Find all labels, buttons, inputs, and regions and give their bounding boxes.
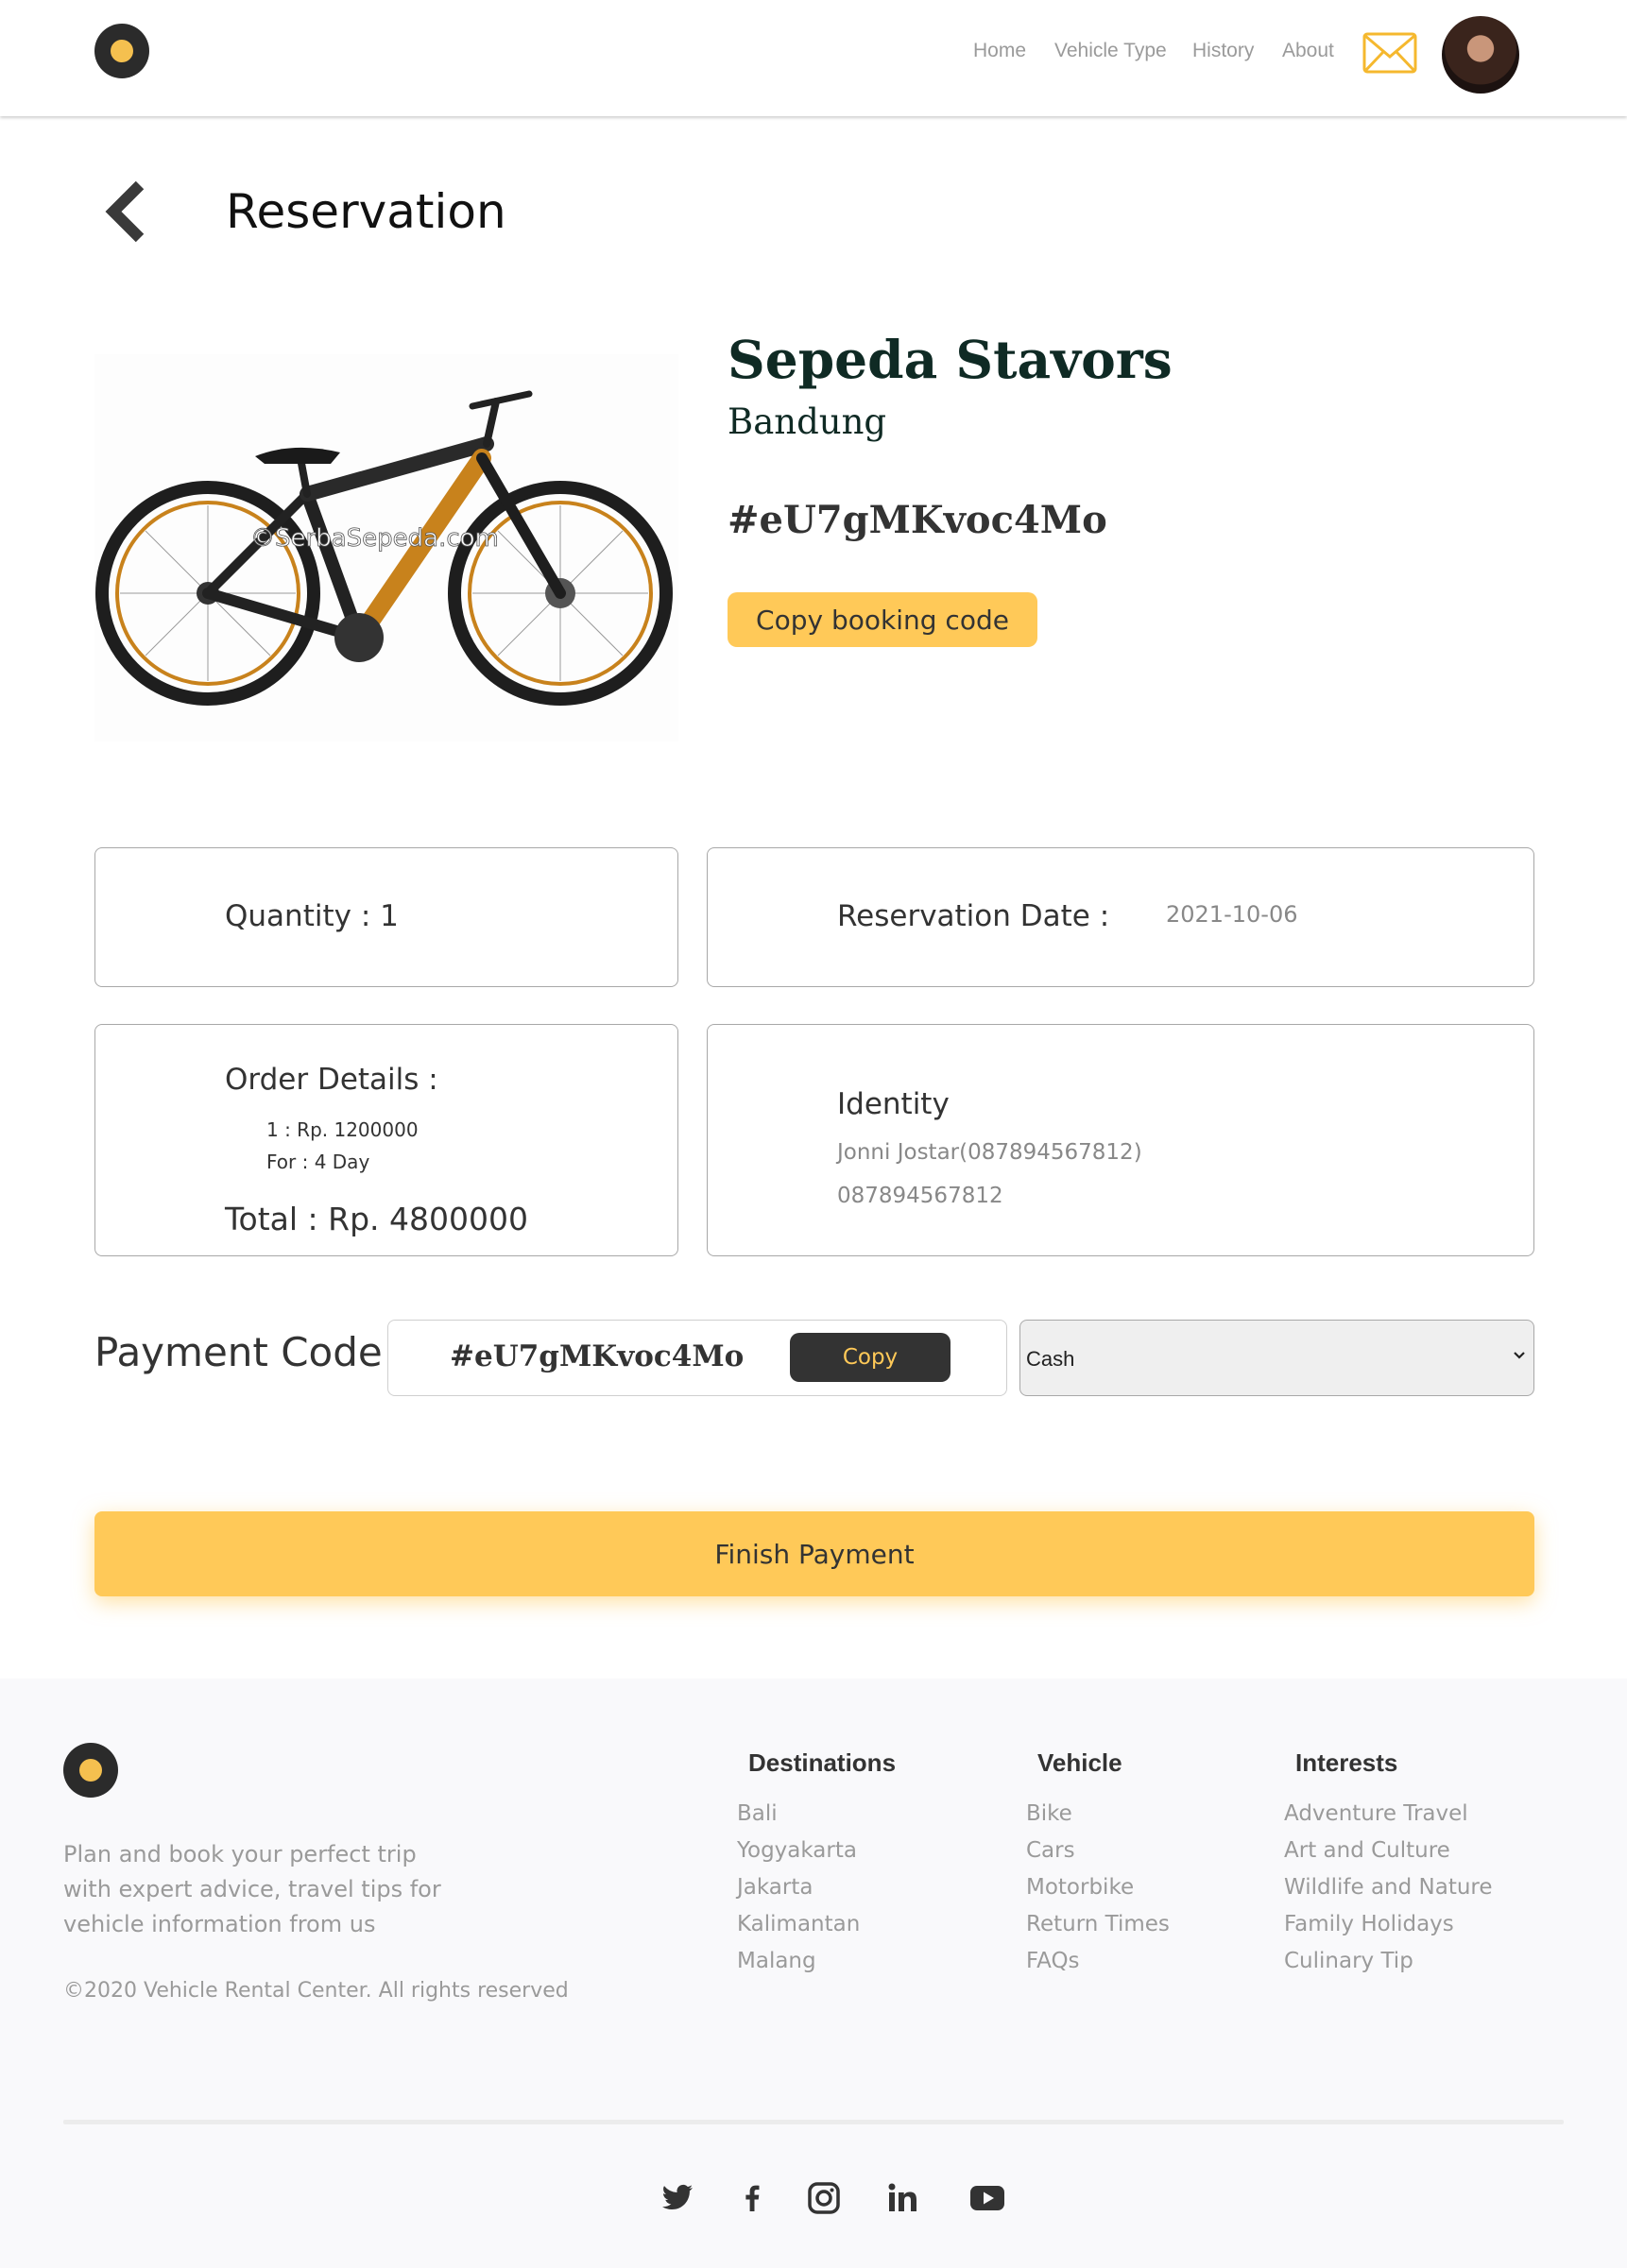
vehicle-name: Sepeda Stavors <box>728 329 1173 390</box>
mail-icon[interactable] <box>1362 32 1417 74</box>
order-details-label: Order Details : <box>225 1063 438 1097</box>
booking-code: #eU7gMKvoc4Mo <box>728 498 1107 542</box>
footer-link-bali[interactable]: Bali <box>737 1796 896 1833</box>
payment-method-value: Cash <box>1026 1347 1075 1371</box>
order-price-line: 1 : Rp. 1200000 <box>266 1118 419 1141</box>
reservation-date-value: 2021-10-06 <box>1166 901 1298 928</box>
footer-link-bike[interactable]: Bike <box>1026 1796 1170 1833</box>
image-watermark: ©SerbaSepeda.com <box>250 524 499 553</box>
identity-box: Identity Jonni Jostar(087894567812) 0878… <box>707 1024 1534 1256</box>
quantity-text: Quantity : 1 <box>225 899 399 933</box>
footer-link-faqs[interactable]: FAQs <box>1026 1943 1170 1980</box>
chevron-left-icon[interactable] <box>102 179 149 244</box>
instagram-icon[interactable] <box>805 2179 843 2217</box>
order-total: Total : Rp. 4800000 <box>225 1201 528 1237</box>
finish-payment-button[interactable]: Finish Payment <box>94 1511 1534 1596</box>
copy-payment-code-button[interactable]: Copy <box>790 1333 951 1382</box>
nav-about-link[interactable]: About <box>1282 40 1334 62</box>
footer-link-adventure-travel[interactable]: Adventure Travel <box>1284 1796 1493 1833</box>
identity-label: Identity <box>837 1087 950 1121</box>
footer-link-motorbike[interactable]: Motorbike <box>1026 1869 1170 1906</box>
footer-heading-vehicle: Vehicle <box>1037 1748 1122 1777</box>
chevron-down-icon <box>1514 1352 1525 1359</box>
linkedin-icon[interactable] <box>884 2179 922 2217</box>
footer-link-yogyakarta[interactable]: Yogyakarta <box>737 1833 896 1869</box>
footer-link-art-and-culture[interactable]: Art and Culture <box>1284 1833 1493 1869</box>
logo-icon[interactable] <box>94 24 149 78</box>
footer-divider <box>63 2120 1564 2124</box>
reservation-date-label: Reservation Date : <box>837 899 1110 933</box>
order-details-box: Order Details : 1 : Rp. 1200000 For : 4 … <box>94 1024 678 1256</box>
twitter-icon[interactable] <box>659 2179 696 2217</box>
footer-link-jakarta[interactable]: Jakarta <box>737 1869 896 1906</box>
footer-heading-interests: Interests <box>1295 1748 1398 1777</box>
nav-vehicle-type-link[interactable]: Vehicle Type <box>1054 40 1167 62</box>
footer-interests-column: Interests Adventure Travel Art and Cultu… <box>1284 1748 1493 1980</box>
vehicle-location: Bandung <box>728 401 887 442</box>
payment-code-label: Payment Code : <box>94 1329 409 1375</box>
footer-destinations-column: Destinations Bali Yogyakarta Jakarta Kal… <box>737 1748 896 1980</box>
nav-history-link[interactable]: History <box>1192 40 1254 62</box>
footer-copyright: ©2020 Vehicle Rental Center. All rights … <box>63 1979 569 2003</box>
identity-name: Jonni Jostar(087894567812) <box>837 1140 1142 1165</box>
footer-link-cars[interactable]: Cars <box>1026 1833 1170 1869</box>
footer-link-return-times[interactable]: Return Times <box>1026 1906 1170 1943</box>
payment-method-select[interactable]: Cash <box>1019 1320 1534 1396</box>
quantity-box: Quantity : 1 <box>94 847 678 987</box>
footer: Plan and book your perfect trip with exp… <box>0 1679 1627 2268</box>
footer-description: Plan and book your perfect trip with exp… <box>63 1841 441 1937</box>
facebook-icon[interactable] <box>733 2179 771 2217</box>
payment-code-value: #eU7gMKvoc4Mo <box>450 1339 745 1373</box>
page-title: Reservation <box>226 184 506 239</box>
footer-link-family-holidays[interactable]: Family Holidays <box>1284 1906 1493 1943</box>
footer-logo-icon[interactable] <box>63 1743 118 1798</box>
avatar[interactable] <box>1442 16 1519 94</box>
vehicle-image: ©SerbaSepeda.com <box>94 354 678 742</box>
order-duration-line: For : 4 Day <box>266 1151 370 1173</box>
nav-home-link[interactable]: Home <box>973 40 1026 62</box>
youtube-icon[interactable] <box>968 2179 1006 2217</box>
footer-link-culinary-tip[interactable]: Culinary Tip <box>1284 1943 1493 1980</box>
navbar: Home Vehicle Type History About <box>0 0 1627 116</box>
footer-link-malang[interactable]: Malang <box>737 1943 896 1980</box>
footer-link-kalimantan[interactable]: Kalimantan <box>737 1906 896 1943</box>
footer-heading-destinations: Destinations <box>748 1748 897 1777</box>
payment-code-field: #eU7gMKvoc4Mo Copy <box>387 1320 1007 1396</box>
reservation-date-box: Reservation Date : 2021-10-06 <box>707 847 1534 987</box>
copy-booking-code-button[interactable]: Copy booking code <box>728 592 1037 647</box>
footer-link-wildlife-and-nature[interactable]: Wildlife and Nature <box>1284 1869 1493 1906</box>
identity-phone: 087894567812 <box>837 1184 1003 1208</box>
footer-vehicle-column: Vehicle Bike Cars Motorbike Return Times… <box>1026 1748 1170 1980</box>
